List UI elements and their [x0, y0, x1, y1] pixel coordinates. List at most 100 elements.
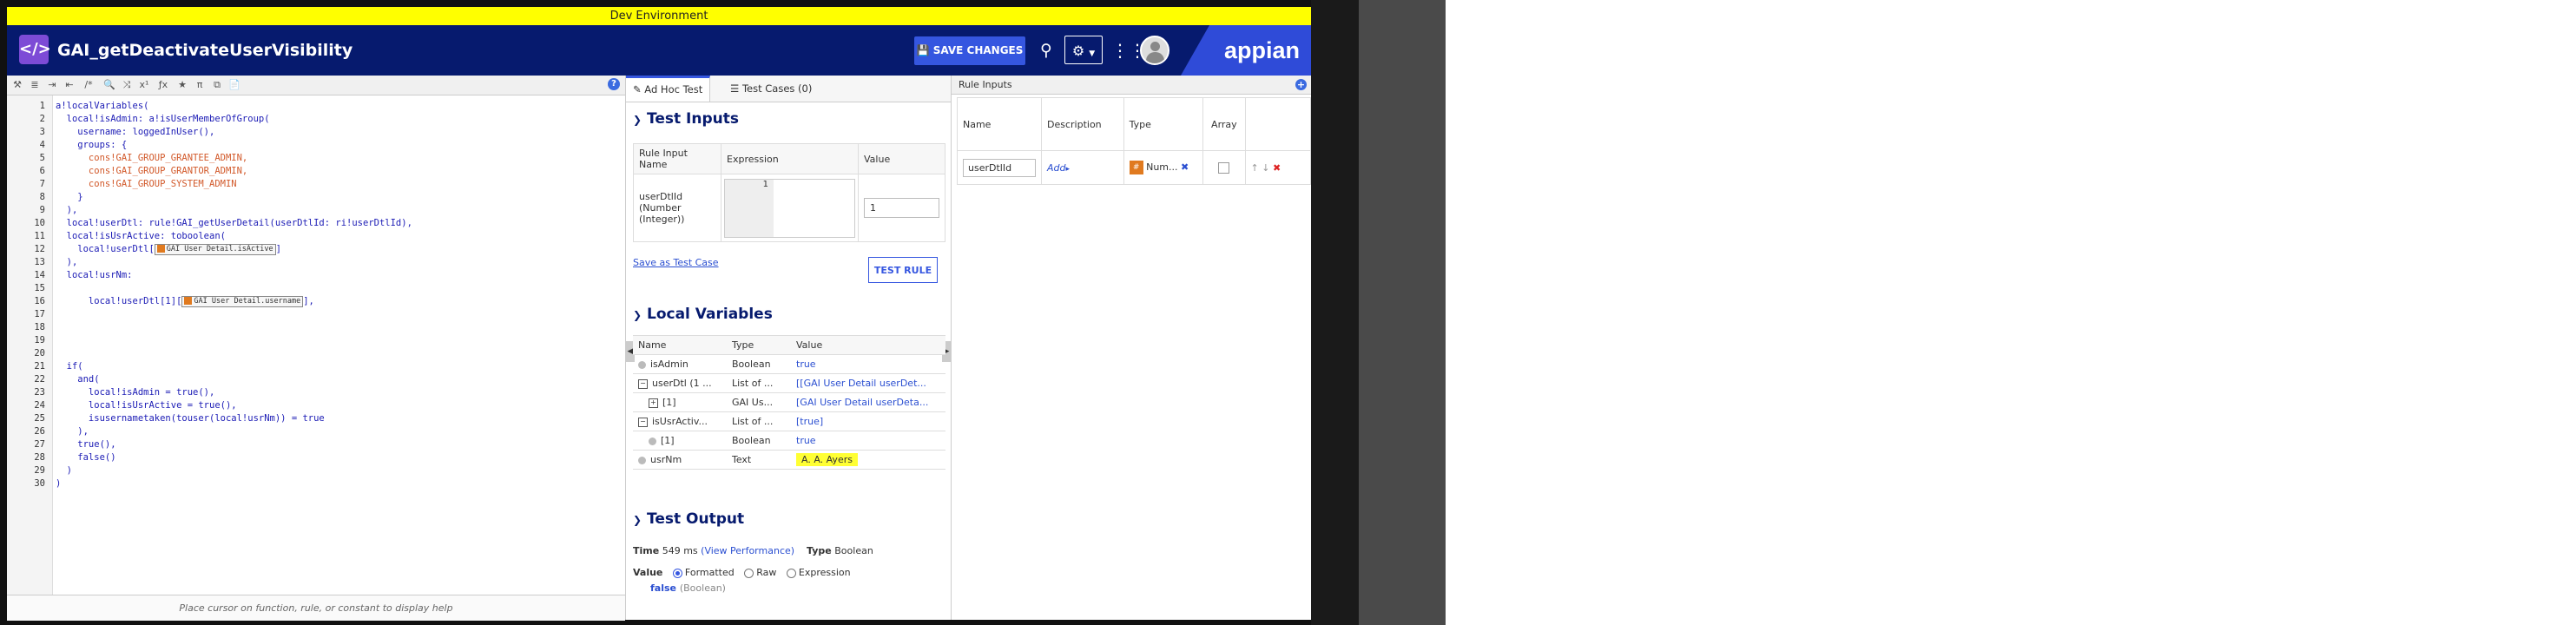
variable-type: Boolean — [727, 431, 791, 451]
code-line: local!isUsrActive: toboolean( — [56, 231, 226, 241]
type-value[interactable]: Num... — [1146, 161, 1177, 173]
chevron-right-icon: ▸ — [1065, 164, 1071, 174]
code-line: ), — [56, 426, 89, 437]
value-input[interactable]: 1 — [864, 198, 939, 218]
record-type-icon — [156, 244, 165, 253]
table-row: userDtlId Add▸ # Num... ✖ ↑ ↓ ✖ — [957, 150, 1312, 185]
expression-editor-input[interactable]: 1 — [724, 178, 855, 238]
code-line: and( — [56, 374, 100, 385]
rule-inputs-title: Rule Inputs — [952, 76, 1311, 95]
table-row: − userDtl (1 ... List of ... [[GAI User D… — [633, 373, 945, 393]
test-output-header[interactable]: ❯ Test Output — [633, 510, 744, 530]
outer-background-gray — [1359, 0, 1446, 625]
window-frame-right — [1311, 0, 1359, 625]
code-line: a!localVariables( — [56, 101, 149, 111]
local-variables-table: Name Type Value isAdmin Boolean true − us… — [633, 335, 945, 470]
code-line: ) — [56, 478, 62, 489]
result-type: (Boolean) — [679, 582, 726, 594]
record-type-icon — [184, 296, 193, 305]
record-field-label: GAI User Detail.username — [194, 296, 301, 306]
user-avatar[interactable] — [1140, 36, 1169, 65]
code-area[interactable]: a!localVariables( local!isAdmin: a!isUse… — [7, 95, 625, 595]
app-grid-icon[interactable]: ⋮⋮⋮ — [1111, 40, 1163, 61]
code-line: local!isUsrActive = true(), — [56, 400, 237, 411]
expression-rule-icon: </> — [19, 35, 51, 64]
rule-input-name-field[interactable]: userDtlId — [963, 158, 1036, 177]
indent-icon[interactable]: ⇥ — [45, 78, 59, 92]
delete-input-icon[interactable]: ✖ — [1273, 162, 1281, 174]
add-rule-input-icon[interactable]: + — [1295, 79, 1307, 90]
outdent-icon[interactable]: ⇤ — [63, 78, 76, 92]
column-header: Type — [727, 335, 791, 355]
expand-icon[interactable]: + — [649, 398, 658, 408]
star-icon[interactable]: ★ — [175, 78, 189, 92]
settings-menu-button[interactable]: ⚙ ▼ — [1064, 36, 1103, 64]
output-time-row: Time 549 ms (View Performance) Type Bool… — [633, 545, 873, 556]
test-inputs-header[interactable]: ❯ Test Inputs — [633, 109, 739, 129]
format-icon[interactable]: ≣ — [28, 78, 42, 92]
column-header: Type — [1123, 97, 1204, 151]
text-size-icon[interactable]: x¹ — [137, 78, 151, 92]
function-icon[interactable]: ƒx — [156, 78, 170, 92]
test-icon[interactable]: ⧉ — [210, 78, 224, 92]
section-title: Test Inputs — [646, 110, 739, 128]
code-line: ), — [56, 205, 78, 215]
record-field-token[interactable]: GAI User Detail.isActive — [154, 243, 276, 255]
clear-type-icon[interactable]: ✖ — [1181, 161, 1189, 173]
pencil-icon: ✎ — [633, 83, 642, 95]
code-line: ), — [56, 257, 78, 267]
time-label: Time — [633, 545, 660, 556]
collapse-icon[interactable]: − — [638, 378, 648, 389]
editor-help-text: Place cursor on function, rule, or const… — [7, 595, 625, 621]
table-row: usrNm Text A. A. Ayers — [633, 450, 945, 470]
environment-banner: Dev Environment — [7, 7, 1311, 25]
array-checkbox[interactable] — [1218, 161, 1230, 174]
variable-type: GAI Us... — [727, 392, 791, 412]
find-dependents-icon[interactable]: ⚲ — [1036, 40, 1057, 61]
comment-icon[interactable]: /* — [82, 78, 96, 92]
code-text: ] — [275, 244, 281, 254]
variable-value: [[GAI User Detail userDet... — [791, 373, 945, 393]
local-variables-header[interactable]: ❯ Local Variables — [633, 305, 773, 325]
output-value-row: Value Formatted Raw Expression — [633, 567, 851, 578]
variable-type: List of ... — [727, 411, 791, 431]
collapse-icon[interactable]: − — [638, 417, 648, 427]
variable-name: isAdmin — [650, 359, 688, 370]
appian-logo[interactable]: appian — [1224, 36, 1300, 65]
search-icon[interactable]: 🔍 — [102, 78, 116, 92]
test-rule-button[interactable]: TEST RULE — [868, 257, 938, 283]
table-row: + [1] GAI Us... [GAI User Detail userDeta… — [633, 392, 945, 412]
radio-formatted[interactable] — [672, 568, 682, 578]
tab-ad-hoc-test[interactable]: ✎ Ad Hoc Test — [626, 76, 711, 102]
variable-name: userDtl (1 ... — [652, 378, 712, 389]
rule-input-name: userDtlId (Number (Integer)) — [633, 174, 721, 242]
add-description-link[interactable]: Add — [1047, 162, 1066, 174]
pi-icon[interactable]: π — [193, 78, 207, 92]
view-performance-link[interactable]: (View Performance) — [701, 545, 794, 556]
record-field-label: GAI User Detail.isActive — [166, 244, 273, 253]
chevron-down-icon: ❯ — [633, 514, 642, 526]
line-number: 1 — [725, 179, 774, 237]
test-tabs: ✎ Ad Hoc Test ☰ Test Cases (0) — [626, 76, 951, 102]
variable-value: [true] — [791, 411, 945, 431]
code-line: groups: { — [56, 140, 128, 150]
record-field-token[interactable]: GAI User Detail.username — [181, 295, 304, 307]
move-down-icon[interactable]: ↓ — [1262, 162, 1269, 174]
radio-raw[interactable] — [744, 568, 754, 578]
move-up-icon[interactable]: ↑ — [1251, 162, 1259, 174]
variable-type: Text — [727, 450, 791, 470]
code-line: local!userDtl[ GAI User Detail.isActive] — [56, 243, 281, 256]
code-text: local!userDtl[ — [56, 244, 155, 254]
document-icon[interactable]: 📄 — [227, 78, 241, 92]
tools-icon[interactable]: ⚒ — [10, 78, 24, 92]
radio-expression[interactable] — [786, 568, 796, 578]
save-as-test-case-link[interactable]: Save as Test Case — [633, 257, 719, 268]
expression-text-area[interactable] — [774, 180, 854, 237]
help-icon[interactable]: ? — [608, 78, 620, 90]
tab-test-cases[interactable]: ☰ Test Cases (0) — [723, 76, 819, 102]
save-changes-button[interactable]: 💾 SAVE CHANGES — [914, 36, 1025, 65]
code-line: true(), — [56, 439, 116, 450]
shuffle-icon[interactable]: ⤨ — [120, 78, 134, 92]
column-header-actions — [1244, 97, 1312, 151]
column-header: Value — [858, 143, 945, 174]
